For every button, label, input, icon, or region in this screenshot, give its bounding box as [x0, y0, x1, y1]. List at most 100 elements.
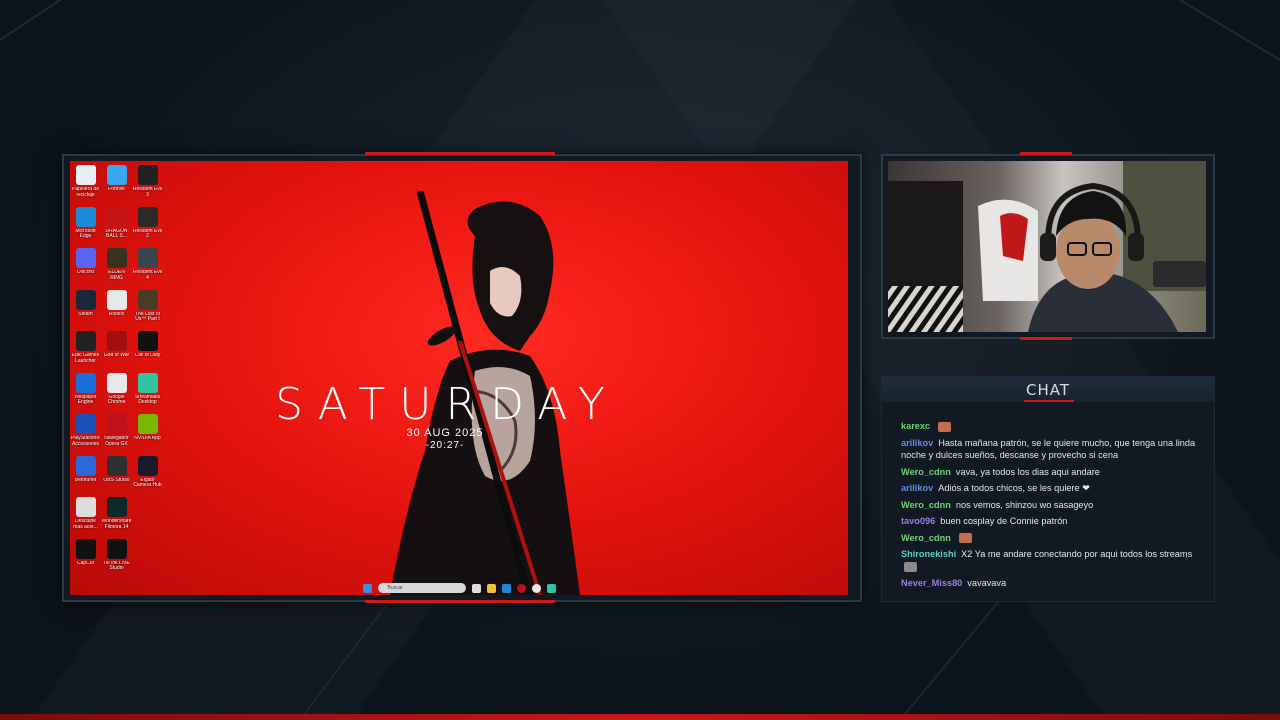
wallpaper-date: 30 AUG 2025 [406, 427, 484, 439]
webcam-image [888, 161, 1206, 332]
resident-evil-icon [137, 206, 158, 227]
desktop-icon[interactable]: Navegador Opera GX [101, 412, 132, 454]
dragonball-icon [106, 206, 127, 227]
emote-icon [904, 562, 917, 573]
tiktok-icon [106, 538, 127, 559]
desktop-icon[interactable]: NVIDIA App [132, 412, 163, 454]
playstation-icon [75, 414, 96, 434]
desktop-icon[interactable]: Resident Evil 3 [132, 163, 163, 205]
chat-username[interactable]: arilikov [901, 483, 933, 493]
chat-text: vavavava [967, 578, 1007, 588]
desktop-icon-label: Betteunet [74, 477, 97, 483]
desktop-icon-label: Resident Evil 2 [132, 228, 163, 239]
desktop-icon[interactable]: PlayStation® Accessories [70, 412, 101, 454]
chat-username[interactable]: tavo096 [901, 516, 935, 526]
chat-title: CHAT [882, 377, 1214, 402]
desktop-icon[interactable]: Steam [70, 288, 101, 330]
elden-ring-icon [106, 248, 127, 268]
chat-username[interactable]: Shironekishi [901, 549, 956, 559]
task-view-icon[interactable] [471, 583, 481, 593]
chat-username[interactable]: Never_Miss80 [901, 578, 962, 588]
desktop-icon[interactable]: Microsoft Edge [70, 205, 101, 247]
nvidia-icon [137, 414, 158, 434]
desktop-icon-label: Navegador Opera GX [104, 436, 129, 447]
webcam-feed [888, 161, 1206, 332]
chat-text: buen cosplay de Connie patrón [940, 516, 1068, 526]
desktop-icon[interactable]: Wallpaper Engine [70, 371, 101, 413]
file-explorer-icon[interactable] [486, 583, 496, 593]
chat-username[interactable]: karexc [901, 421, 930, 431]
desktop-icon[interactable]: OBS Studio [101, 454, 132, 496]
desktop-icon-label: NVIDIA App [134, 436, 161, 441]
desktop-icon-label: ELDEN RING [108, 270, 125, 281]
desktop-icon[interactable]: Wondershare Filmora 14 [101, 495, 132, 537]
wallpaper-title: SATURDAY [275, 379, 619, 430]
opera-gx-taskbar-icon[interactable] [516, 583, 526, 593]
taskbar: Buscar [70, 581, 848, 595]
desktop-icon[interactable]: ELDEN RING [101, 246, 132, 288]
desktop-icon[interactable]: DRAGON BALL S... [101, 205, 132, 247]
desktop-icon-label: CapCut [77, 560, 94, 566]
desktop-icon[interactable]: CapCut [70, 537, 101, 579]
chat-text: nos vemos, shinzou wo sasageyo [955, 499, 1094, 510]
chat-text: X2 Ya me andare conectando por aqui todo… [961, 549, 1193, 559]
desktop-icon-label: Desculpe mas acer... [73, 519, 98, 530]
chat-username[interactable]: Wero_cdnn [901, 500, 951, 510]
chat-username[interactable]: Wero_cdnn [901, 533, 951, 543]
tlou-icon [137, 289, 158, 310]
desktop-icon[interactable]: Betteunet [70, 454, 101, 496]
chat-username[interactable]: arilikov [901, 438, 933, 448]
desktop-icon[interactable]: Papelera de reciclaje [70, 163, 101, 205]
desktop-icon[interactable]: God of War [101, 329, 132, 371]
cam-accent-top [1020, 152, 1072, 155]
desktop-icon-label: Elgato Camera Hub [133, 477, 162, 488]
emote-icon [958, 533, 972, 544]
cod-icon [137, 331, 158, 351]
desktop-icon[interactable]: TikTok LIVE Studio [101, 537, 132, 579]
streamlabs-icon [137, 372, 158, 393]
desktop-icon[interactable]: Desculpe mas acer... [70, 495, 101, 537]
desktop-icon[interactable]: Google Chrome [101, 371, 132, 413]
betternet-icon [75, 455, 96, 476]
edge-taskbar-icon[interactable] [501, 583, 511, 593]
desktop-icon-label: Papelera de reciclaje [72, 187, 99, 198]
blank-slot [138, 539, 158, 559]
resident-evil-icon [137, 165, 158, 185]
desktop-icon[interactable]: Resident Evil 2 [132, 205, 163, 247]
desktop-icon[interactable]: Call of Duty [132, 329, 163, 371]
epic-icon [75, 331, 96, 351]
desktop-icon[interactable]: The Last of Us™ Part I [132, 288, 163, 330]
capcut-icon [75, 538, 96, 559]
chat-message: Shironekishi X2 Ya me andare conectando p… [901, 548, 1200, 573]
windows-start-icon[interactable] [362, 583, 372, 593]
steam-icon [75, 289, 96, 310]
desktop-icon[interactable]: Discord [70, 246, 101, 288]
app-icon [75, 497, 96, 517]
desktop-icon-label: Resident Evil 4 [132, 270, 163, 281]
desktop-icon-label: Wondershare Filmora 14 [101, 519, 132, 530]
chat-username[interactable]: Wero_cdnn [901, 467, 951, 477]
overlay-bottom-bar [0, 714, 1280, 720]
chat-text: vava, ya todos los dias aqui andare [955, 466, 1100, 477]
taskbar-search-input[interactable]: Buscar [377, 583, 466, 593]
recycle-bin-icon [75, 165, 96, 185]
desktop-icon[interactable]: Resident Evil 4 [132, 246, 163, 288]
desktop-icon[interactable]: Streamlabs Desktop [132, 371, 163, 413]
edge-icon [75, 206, 96, 227]
desktop-icon[interactable]: Epic Games Launcher [70, 329, 101, 371]
chrome-taskbar-icon[interactable] [531, 583, 541, 593]
desktop-icon[interactable]: Roblox [101, 288, 132, 330]
chat-message: Wero_cdnn [901, 532, 1200, 545]
streamlabs-taskbar-icon[interactable] [546, 583, 556, 593]
desktop-icon-label: Epic Games Launcher [71, 353, 100, 364]
discord-icon [75, 248, 96, 268]
desktop-icon-label: God of War [103, 353, 130, 358]
desktop-icon[interactable]: Elgato Camera Hub [132, 454, 163, 496]
chat-message: Never_Miss80 vavavava [901, 577, 1200, 590]
desktop-icon[interactable]: Fortnite [101, 163, 132, 205]
desktop-icon-label: Wallpaper Engine [74, 394, 97, 405]
desktop-icons: Papelera de reciclaje Fortnite Resident Ev… [70, 161, 166, 591]
elgato-icon [137, 455, 158, 476]
filmora-icon [106, 497, 127, 517]
obs-icon [106, 455, 127, 476]
